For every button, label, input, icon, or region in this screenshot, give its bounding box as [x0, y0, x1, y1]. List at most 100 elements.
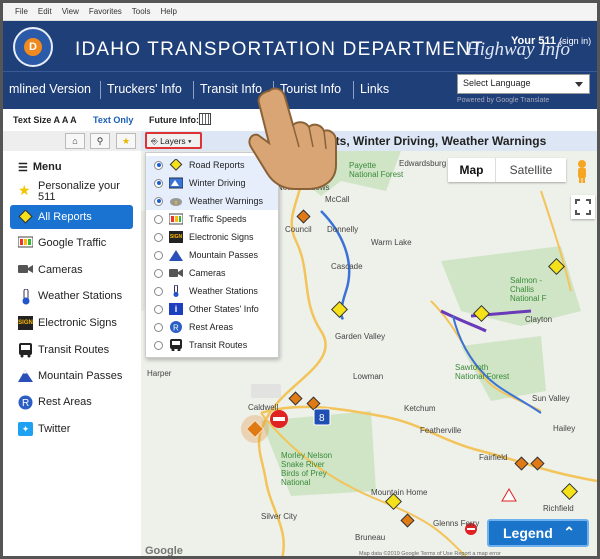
nav-links[interactable]: Links [360, 82, 389, 96]
sidebar-item-all-reports[interactable]: All Reports [10, 205, 133, 229]
layer-checkbox[interactable] [154, 160, 163, 170]
layer-electronic-signs[interactable]: SIGN Electronic Signs [146, 228, 278, 246]
road-reports-icon [169, 159, 183, 171]
sidebar-item-weather-stations[interactable]: Weather Stations [10, 284, 133, 308]
highway-shield[interactable]: 8 [313, 408, 331, 426]
home-icon[interactable]: ⌂ [65, 133, 85, 149]
layer-checkbox[interactable] [154, 304, 163, 314]
sidebar-item-twitter[interactable]: ✦ Twitter [10, 417, 133, 441]
layer-checkbox[interactable] [154, 268, 163, 278]
favorite-star-icon[interactable]: ★ [116, 133, 136, 149]
layer-weather-warnings[interactable]: Weather Warnings [146, 192, 278, 210]
city-cluster [251, 384, 281, 398]
place-clayton: Clayton [525, 315, 553, 324]
calendar-icon[interactable] [199, 113, 211, 125]
google-logo: Google [145, 545, 183, 557]
layer-checkbox[interactable] [154, 250, 163, 260]
layer-checkbox[interactable] [154, 340, 163, 350]
road-closed-marker[interactable] [270, 410, 288, 428]
layers-button[interactable]: ⎆ Layers ▾ [145, 132, 202, 149]
layer-checkbox[interactable] [154, 322, 163, 332]
sidebar-item-label: Weather Stations [38, 290, 123, 302]
nav-truckers-info[interactable]: Truckers' Info [107, 82, 182, 96]
traffic-icon [169, 213, 183, 225]
nav-separator [353, 81, 354, 99]
layer-rest-areas[interactable]: R Rest Areas [146, 318, 278, 336]
layer-label: Mountain Passes [189, 250, 259, 260]
menu-view[interactable]: View [62, 7, 79, 16]
your-511-label: Your 511 [511, 35, 557, 47]
layer-transit-routes[interactable]: Transit Routes [146, 336, 278, 354]
camera-icon [18, 263, 33, 277]
layer-label: Winter Driving [189, 178, 246, 188]
sidebar-item-personalize[interactable]: ★ Personalize your 511 [10, 177, 133, 207]
sign-icon: SIGN [18, 316, 33, 330]
layer-checkbox[interactable] [154, 232, 163, 242]
place-garden-valley: Garden Valley [335, 332, 386, 341]
sidebar-item-cameras[interactable]: Cameras [10, 258, 133, 282]
rest-area-icon: R [18, 395, 33, 410]
language-select[interactable]: Select Language [457, 74, 590, 94]
sidebar-item-google-traffic[interactable]: Google Traffic [10, 231, 133, 255]
street-view-pegman-icon[interactable] [573, 159, 591, 183]
sidebar-item-mountain-passes[interactable]: Mountain Passes [10, 364, 133, 388]
menu-favorites[interactable]: Favorites [89, 7, 122, 16]
search-icon[interactable]: ⚲ [90, 133, 110, 149]
place-cascade: Cascade [331, 262, 363, 271]
menu-edit[interactable]: Edit [38, 7, 52, 16]
place-council: Council [285, 225, 312, 234]
svg-text:R: R [22, 398, 29, 409]
text-size-control[interactable]: Text Size A A A [13, 115, 77, 125]
layer-other-states-info[interactable]: i Other States' Info [146, 300, 278, 318]
layer-checkbox[interactable] [154, 178, 163, 188]
place-mccall: McCall [325, 195, 350, 204]
browser-menubar: File Edit View Favorites Tools Help [3, 3, 597, 21]
place-fairfield: Fairfield [479, 453, 508, 462]
sidebar-item-label: Rest Areas [38, 396, 92, 408]
layer-checkbox[interactable] [154, 196, 163, 206]
weather-warning-cloud-icon [170, 198, 182, 206]
hamburger-icon: ☰ [18, 161, 28, 174]
sidebar-item-label: Transit Routes [38, 344, 110, 356]
place-hailey: Hailey [553, 424, 576, 433]
menu-tools[interactable]: Tools [132, 7, 151, 16]
sidebar-item-electronic-signs[interactable]: SIGN Electronic Signs [10, 311, 133, 335]
place-lowman: Lowman [353, 372, 384, 381]
layer-label: Cameras [189, 268, 226, 278]
layer-mountain-passes[interactable]: Mountain Passes [146, 246, 278, 264]
menu-heading[interactable]: ☰ Menu [10, 155, 133, 179]
layer-weather-stations[interactable]: Weather Stations [146, 282, 278, 300]
map-title-bar: rts, Winter Driving, Weather Warnings [141, 131, 597, 151]
nav-streamlined-version[interactable]: mlined Version [9, 82, 91, 96]
layer-traffic-speeds[interactable]: Traffic Speeds [146, 210, 278, 228]
text-only-link[interactable]: Text Only [93, 115, 133, 125]
menu-help[interactable]: Help [160, 7, 176, 16]
sidebar-item-rest-areas[interactable]: R Rest Areas [10, 390, 133, 414]
fullscreen-icon[interactable] [571, 195, 595, 219]
browser-window: File Edit View Favorites Tools Help D ID… [0, 0, 600, 559]
layer-label: Transit Routes [189, 340, 248, 350]
place-caldwell: Caldwell [248, 403, 279, 412]
sidebar-item-transit-routes[interactable]: Transit Routes [10, 338, 133, 362]
layer-checkbox[interactable] [154, 214, 163, 224]
thermometer-icon [18, 288, 33, 305]
place-birds-of-prey-nca: Morley Nelson Snake River Birds of Prey Nat… [281, 451, 333, 487]
sidebar-item-label: Cameras [38, 264, 83, 276]
legend-label: Legend [503, 525, 553, 541]
layer-cameras[interactable]: Cameras [146, 264, 278, 282]
menu-file[interactable]: File [15, 7, 28, 16]
itd-logo[interactable]: D [13, 27, 53, 67]
chevron-up-icon: ⌃ [563, 524, 575, 540]
nav-separator [100, 81, 101, 99]
nav-separator [193, 81, 194, 99]
layer-checkbox[interactable] [154, 286, 163, 296]
satellite-view-button[interactable]: Satellite [495, 158, 566, 182]
legend-button[interactable]: Legend ⌃ [487, 519, 589, 547]
sidebar-item-label: Mountain Passes [38, 370, 123, 382]
bus-icon [18, 343, 33, 358]
signin-link[interactable]: (sign in) [559, 36, 591, 46]
map-view-button[interactable]: Map [448, 158, 495, 182]
your-511-account[interactable]: Your 511 (sign in) [511, 35, 591, 47]
layer-label: Rest Areas [189, 322, 234, 332]
map-footer[interactable]: Map data ©2019 Google Terms of Use Repor… [359, 551, 501, 556]
